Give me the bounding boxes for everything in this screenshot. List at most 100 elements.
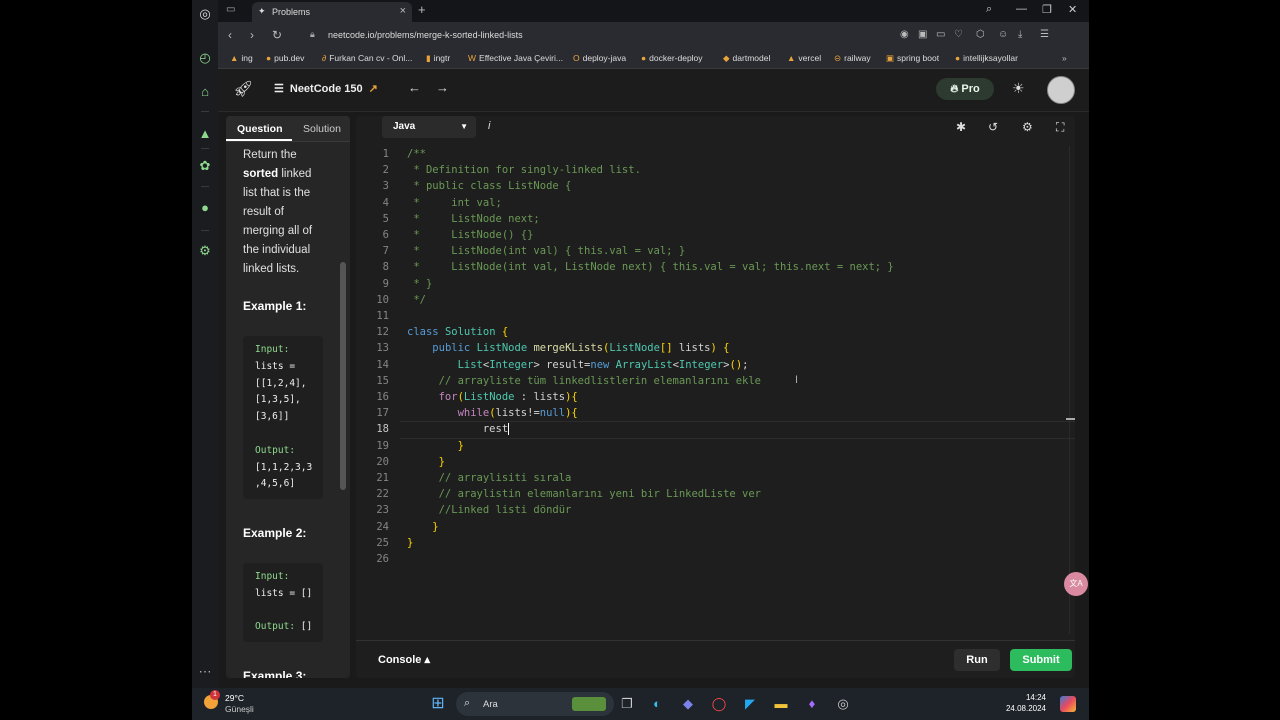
opera-logo-icon[interactable]: ◎	[197, 6, 213, 22]
sidebar-divider	[201, 148, 209, 149]
teams-icon[interactable]: ◆	[680, 696, 696, 712]
next-problem-icon[interactable]: →	[436, 80, 449, 95]
editor-scrollbar[interactable]	[1066, 146, 1075, 634]
question-scrollbar[interactable]	[340, 262, 346, 490]
vscode-icon[interactable]: ◤	[742, 696, 758, 712]
example-3-title: Example 3:	[243, 669, 307, 678]
bookmark-item[interactable]: ⊝ railway	[834, 53, 871, 64]
file-explorer-icon[interactable]: ▬	[773, 696, 789, 712]
menu-icon[interactable]: ☰	[1040, 29, 1049, 40]
settings-icon[interactable]: ⚙	[197, 243, 213, 259]
bookmark-item[interactable]: ▮ ingtr	[426, 53, 450, 64]
aria-icon[interactable]: ▲	[197, 126, 213, 142]
example-2-box: Input: lists = [] Output: []	[243, 563, 323, 643]
bookmarks-overflow-icon[interactable]: »	[1062, 53, 1067, 63]
theme-toggle-icon[interactable]: ☀	[1012, 80, 1025, 97]
code-line: public ListNode mergeKLists(ListNode[] l…	[432, 342, 730, 355]
avatar[interactable]	[1047, 76, 1075, 104]
code-line: for(ListNode : lists){	[438, 391, 578, 403]
console-toggle[interactable]: Console ▴	[378, 653, 430, 666]
submit-button[interactable]: Submit	[1010, 649, 1072, 671]
new-tab-icon[interactable]: +	[418, 2, 426, 17]
camera-icon[interactable]: ◉	[900, 29, 909, 40]
code-line: * public class ListNode {	[407, 180, 572, 193]
output-value: []	[300, 621, 313, 633]
bookmark-item[interactable]: ▲ vercel	[787, 53, 821, 63]
speed-dial-icon[interactable]: ◴	[197, 50, 213, 66]
clock[interactable]: 14:24 24.08.2024	[1000, 692, 1046, 714]
bookmark-icon[interactable]: ♡	[954, 29, 963, 40]
reload-icon[interactable]: ↻	[272, 28, 282, 42]
language-select[interactable]: Java ▼	[382, 116, 476, 138]
copilot-icon[interactable]	[1060, 696, 1076, 712]
wallet-icon[interactable]: ⬡	[976, 29, 985, 40]
search-tabs-icon[interactable]: ⌕	[986, 3, 992, 16]
rocket-logo-icon[interactable]: 🚀︎	[233, 79, 253, 99]
bookmark-item[interactable]: ◆ dartmodel	[723, 53, 770, 64]
problem-list-link[interactable]: ☰ NeetCode 150 ↗	[274, 82, 378, 95]
code-line: while(lists!=null){	[457, 407, 578, 420]
info-icon[interactable]: i	[488, 120, 490, 132]
snapshot-icon[interactable]: ▣	[918, 29, 927, 40]
code-line: */	[407, 293, 426, 306]
close-window-icon[interactable]: ✕	[1068, 3, 1077, 16]
bookmark-item[interactable]: ● pub.dev	[266, 53, 304, 63]
translate-icon[interactable]: 文A	[1064, 572, 1088, 596]
editor-settings-icon[interactable]: ⚙	[1022, 120, 1033, 134]
bookmark-item[interactable]: ▲ ing	[230, 53, 253, 63]
prev-problem-icon[interactable]: ←	[408, 80, 421, 95]
app-icon[interactable]: ♦	[804, 696, 820, 712]
windows-start-icon[interactable]: ⊞	[430, 696, 446, 712]
close-tab-icon[interactable]: ×	[400, 5, 406, 17]
code-line: }	[407, 536, 414, 549]
bookmark-item[interactable]: ∂ Furkan Can cv - Onl...	[322, 53, 412, 63]
bookmark-item[interactable]: Odeploy-java	[573, 53, 626, 63]
obs-icon[interactable]: ◎	[835, 696, 851, 712]
back-icon[interactable]: ‹	[228, 28, 232, 42]
editor-panel: Java ▼ i ✱ ↺ ⚙ ⛶ 1 2 3 4 5 6 7 8 9 10 11 …	[356, 116, 1075, 678]
url-field[interactable]: neetcode.io/problems/merge-k-sorted-link…	[328, 30, 523, 40]
caret-up-icon: ▴	[424, 654, 430, 666]
example-2-title: Example 2:	[243, 526, 307, 540]
example-1-title: Example 1:	[243, 299, 307, 313]
more-icon[interactable]: ⋯	[197, 664, 213, 680]
bookmark-item[interactable]: ● docker-deploy	[641, 53, 703, 63]
profile-icon[interactable]: ☺	[998, 29, 1008, 40]
tab-solution[interactable]: Solution	[303, 123, 341, 135]
taskbar-search[interactable]: ⌕ Ara	[456, 692, 614, 716]
reset-icon[interactable]: ↺	[988, 120, 998, 134]
input-label: Input:	[255, 344, 290, 355]
edge-icon[interactable]: ◐	[649, 696, 665, 712]
run-button[interactable]: Run	[954, 649, 1000, 671]
forward-icon[interactable]: ›	[250, 28, 254, 42]
line-number: 23	[376, 504, 389, 517]
tab-question[interactable]: Question	[237, 123, 283, 135]
pro-button[interactable]: 🔥︎ Pro	[936, 78, 994, 100]
opera-icon[interactable]: ◯	[711, 696, 727, 712]
bookmark-item[interactable]: ● intellijksayollar	[955, 53, 1018, 63]
chatgpt-icon[interactable]: ✿	[197, 158, 213, 174]
task-view-icon[interactable]: ❐	[619, 696, 635, 712]
address-bar: ‹ › ↻ 🔒︎ neetcode.io/problems/merge-k-so…	[218, 22, 1089, 48]
code-line: }	[432, 520, 439, 533]
flame-icon: 🔥︎	[950, 83, 962, 95]
whatsapp-icon[interactable]: ●	[197, 200, 213, 216]
video-icon[interactable]: ▭	[936, 29, 945, 40]
weather-condition: Güneşli	[225, 704, 254, 714]
editor-toolbar: Java ▼ i ✱ ↺ ⚙ ⛶	[356, 116, 1075, 138]
workspaces-icon[interactable]: ▭	[226, 4, 235, 15]
tab-problems[interactable]: ✦ Problems ×	[252, 2, 412, 22]
download-icon[interactable]: ⤓	[1018, 29, 1022, 40]
bookmark-item[interactable]: W Effective Java Çeviri...	[468, 53, 563, 63]
fullscreen-icon[interactable]: ⛶	[1056, 120, 1064, 135]
shopping-icon[interactable]: ⌂	[197, 84, 213, 100]
debug-icon[interactable]: ✱	[956, 120, 966, 134]
minimize-icon[interactable]: —	[1016, 3, 1027, 15]
bookmark-item[interactable]: ▣ spring boot	[886, 53, 939, 64]
code-line: List<Integer> result=new ArrayList<Integ…	[457, 358, 749, 371]
line-number: 14	[376, 358, 389, 371]
active-tab-indicator	[226, 139, 292, 141]
question-description: Return the sorted linked list that is th…	[243, 149, 313, 275]
lock-icon: 🔒︎	[310, 29, 315, 39]
restore-icon[interactable]: ❐	[1042, 3, 1052, 16]
